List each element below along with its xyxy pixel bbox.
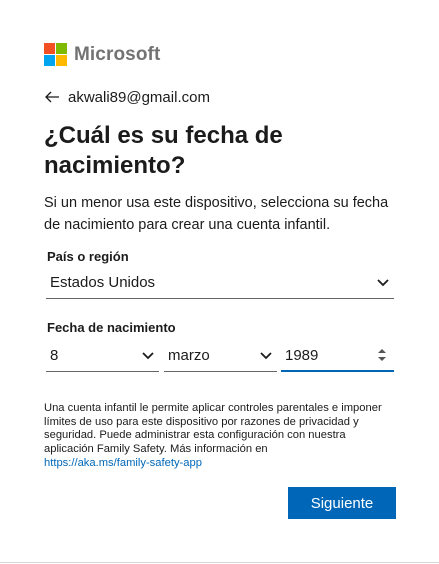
country-label: País o región [47,249,129,264]
logo-wordmark: Microsoft [74,43,161,65]
birth-day-select[interactable]: 8 [46,340,159,372]
birth-year-input[interactable]: 1989 [281,340,394,372]
spinner-arrows-icon[interactable] [376,345,388,365]
country-select[interactable]: Estados Unidos [46,267,394,299]
account-email: akwali89@gmail.com [68,88,210,106]
country-value: Estados Unidos [50,274,156,291]
chevron-down-icon [141,349,155,363]
divider [0,562,439,563]
back-arrow-icon[interactable] [44,88,64,106]
microsoft-logo: Microsoft [44,43,160,66]
microsoft-logo-icon [44,43,67,66]
chevron-down-icon [259,349,273,363]
next-button[interactable]: Siguiente [288,487,396,519]
birth-month-value: marzo [168,347,210,364]
identity-banner: akwali89@gmail.com [44,88,210,106]
child-account-note: Una cuenta infantil le permite aplicar c… [44,402,382,455]
birth-month-select[interactable]: marzo [164,340,277,372]
birthdate-label: Fecha de nacimiento [47,320,176,335]
birth-day-value: 8 [50,347,59,364]
chevron-down-icon [376,276,390,290]
page-description: Si un menor usa este dispositivo, selecc… [44,195,389,233]
page-title: ¿Cuál es su fecha de nacimiento? [44,122,283,179]
signin-card: Microsoft akwali89@gmail.com ¿Cuál es su… [0,0,439,564]
family-safety-link[interactable]: https://aka.ms/family-safety-app [44,457,202,469]
birth-year-value: 1989 [285,346,319,364]
